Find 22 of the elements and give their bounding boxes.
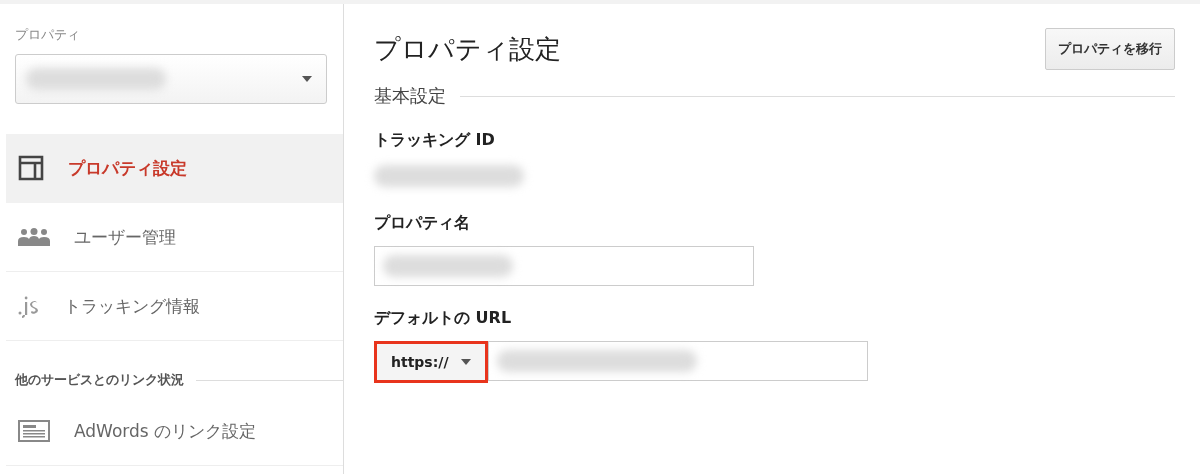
page-title: プロパティ設定 [374, 33, 561, 66]
protocol-dropdown[interactable]: https:// [374, 341, 488, 383]
caret-icon [302, 76, 312, 82]
section-heading: 他のサービスとのリンク状況 [15, 371, 184, 389]
property-select[interactable] [15, 54, 327, 104]
users-icon [18, 228, 50, 246]
layout-icon [18, 155, 44, 181]
sidebar-item[interactable]: ユーザー管理 [6, 203, 343, 272]
move-property-button[interactable]: プロパティを移行 [1045, 28, 1175, 70]
field-label: デフォルトの URL [374, 308, 513, 329]
sidebar-item[interactable]: プロパティ設定 [6, 134, 343, 203]
sidebar-item[interactable]: AdWords のリンク設定 [6, 397, 343, 466]
field-label: トラッキング ID [374, 130, 496, 151]
section-heading: 基本設定 [374, 84, 446, 108]
field-label: プロパティ名 [374, 213, 471, 234]
url-field[interactable] [487, 341, 868, 381]
caret-icon [460, 359, 471, 365]
property-label: プロパティ [15, 26, 81, 44]
input-field[interactable] [374, 246, 754, 286]
sidebar-item[interactable]: トラッキング情報 [6, 272, 343, 341]
ad-icon [18, 420, 50, 442]
js-icon [18, 294, 40, 318]
